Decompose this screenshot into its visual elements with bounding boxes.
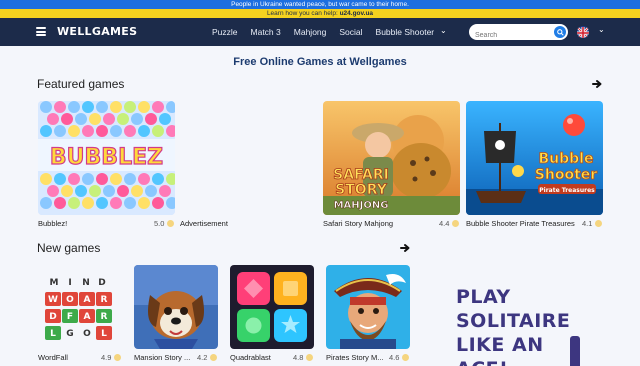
quadrablast-thumbnail[interactable]	[230, 265, 314, 349]
promo-card-shape	[570, 336, 580, 366]
wordfall-tile: F	[67, 312, 73, 322]
help-prefix: Learn how you can help:	[266, 10, 340, 17]
wordfall-name[interactable]: WordFall	[38, 353, 98, 362]
wordfall-tile: M	[50, 278, 59, 288]
mansion-story-thumbnail[interactable]	[134, 265, 218, 349]
u24-link[interactable]: u24.gov.ua	[340, 10, 373, 17]
wordfall-tile: W	[48, 295, 58, 305]
bubble-shooter-pirate-rating: 4.1	[582, 219, 603, 228]
language-chevron-icon[interactable]: ⌄	[598, 25, 605, 34]
bubble-shooter-pirate-thumbnail[interactable]: Bubble Shooter Pirate Treasures	[466, 101, 603, 215]
nav-mahjong[interactable]: Mahjong	[294, 27, 327, 37]
nav-social[interactable]: Social	[339, 27, 362, 37]
wordfall-tile: R	[101, 312, 108, 322]
promo-line-3: LIKE AN	[456, 334, 544, 356]
wordfall-rating: 4.9	[101, 353, 122, 362]
star-icon	[114, 354, 122, 361]
star-icon	[210, 354, 218, 361]
ukraine-banner-text: People in Ukraine wanted peace, but war …	[0, 0, 640, 9]
mansion-story-rating: 4.2	[197, 353, 218, 362]
search-box	[469, 24, 568, 44]
safari-story-mahjong-name[interactable]: Safari Story Mahjong	[323, 219, 433, 228]
star-icon	[167, 220, 175, 227]
quadrablast-name[interactable]: Quadrablast	[230, 353, 290, 362]
wordfall-tile: R	[101, 295, 108, 305]
wordfall-tile: I	[68, 278, 71, 288]
new-games-arrow-icon[interactable]	[400, 243, 410, 253]
page-title: Free Online Games at Wellgames	[233, 56, 407, 68]
nav-match-3[interactable]: Match 3	[251, 27, 281, 37]
wordfall-tile: G	[66, 329, 73, 339]
bubblez-thumbnail[interactable]: BUBBLEZ	[38, 101, 175, 215]
nav-bubble-shooter[interactable]: Bubble Shooter	[376, 27, 435, 37]
ukraine-banner[interactable]: People in Ukraine wanted peace, but war …	[0, 0, 640, 18]
new-games-title: New games	[37, 241, 101, 255]
site-header: WELLGAMES Puzzle Match 3 Mahjong Social …	[0, 18, 640, 46]
site-logo[interactable]: WELLGAMES	[57, 25, 137, 38]
wordfall-tile: O	[83, 329, 91, 339]
bubblez-name[interactable]: Bubblez!	[38, 219, 138, 228]
search-input[interactable]	[469, 27, 549, 44]
solitaire-promo-banner[interactable]: PLAY SOLITAIRE LIKE AN ACE!	[438, 268, 640, 366]
wordfall-tile: O	[66, 295, 74, 305]
pirates-story-name[interactable]: Pirates Story M...	[326, 353, 386, 362]
bubble-shooter-logo-line3: Pirate Treasures	[539, 187, 595, 194]
bubble-shooter-logo-line1: Bubble	[539, 151, 594, 167]
quadrablast-rating: 4.8	[293, 353, 314, 362]
uk-flag-icon[interactable]	[577, 26, 589, 38]
bubble-shooter-logo-line2: Shooter	[535, 167, 597, 183]
ukraine-help-text[interactable]: Learn how you can help: u24.gov.ua	[0, 9, 640, 18]
safari-logo-line3: MAHJONG	[334, 200, 389, 211]
wordfall-tile: N	[82, 278, 90, 288]
pirates-story-thumbnail[interactable]	[326, 265, 410, 349]
featured-games-title: Featured games	[37, 77, 125, 91]
promo-line-1: PLAY	[456, 286, 511, 308]
nav-puzzle[interactable]: Puzzle	[212, 27, 238, 37]
wordfall-tile: D	[98, 278, 105, 288]
search-button[interactable]	[554, 26, 566, 38]
bubblez-rating: 5.0	[154, 219, 175, 228]
featured-arrow-icon[interactable]	[592, 79, 602, 89]
wordfall-thumbnail[interactable]: M I N D W O A R D F A R L G O L	[38, 265, 122, 349]
star-icon	[595, 220, 603, 227]
advertisement-label: Advertisement	[180, 219, 228, 228]
search-icon	[556, 28, 564, 36]
safari-logo-line1: SAFARI	[333, 167, 389, 183]
safari-story-mahjong-thumbnail[interactable]: SAFARI STORY MAHJONG	[323, 101, 460, 215]
chevron-down-icon[interactable]: ⌄	[440, 26, 447, 35]
promo-line-2: SOLITAIRE	[456, 310, 571, 332]
promo-line-4: ACE!	[456, 358, 508, 366]
wordfall-tile: A	[84, 295, 91, 305]
bubblez-logo: BUBBLEZ	[50, 145, 163, 170]
bubble-shooter-pirate-name[interactable]: Bubble Shooter Pirate Treasures	[466, 219, 578, 228]
main-nav: Puzzle Match 3 Mahjong Social Bubble Sho…	[212, 27, 447, 37]
star-icon	[306, 354, 314, 361]
pirates-story-rating: 4.6	[389, 353, 410, 362]
menu-icon[interactable]	[36, 27, 46, 36]
wordfall-tile: L	[101, 329, 107, 339]
wordfall-tile: L	[50, 329, 56, 339]
star-icon	[452, 220, 460, 227]
wordfall-tile: D	[49, 312, 56, 322]
safari-logo-line2: STORY	[335, 182, 388, 198]
wordfall-tile: A	[84, 312, 91, 322]
star-icon	[402, 354, 410, 361]
mansion-story-name[interactable]: Mansion Story ...	[134, 353, 194, 362]
safari-story-mahjong-rating: 4.4	[439, 219, 460, 228]
